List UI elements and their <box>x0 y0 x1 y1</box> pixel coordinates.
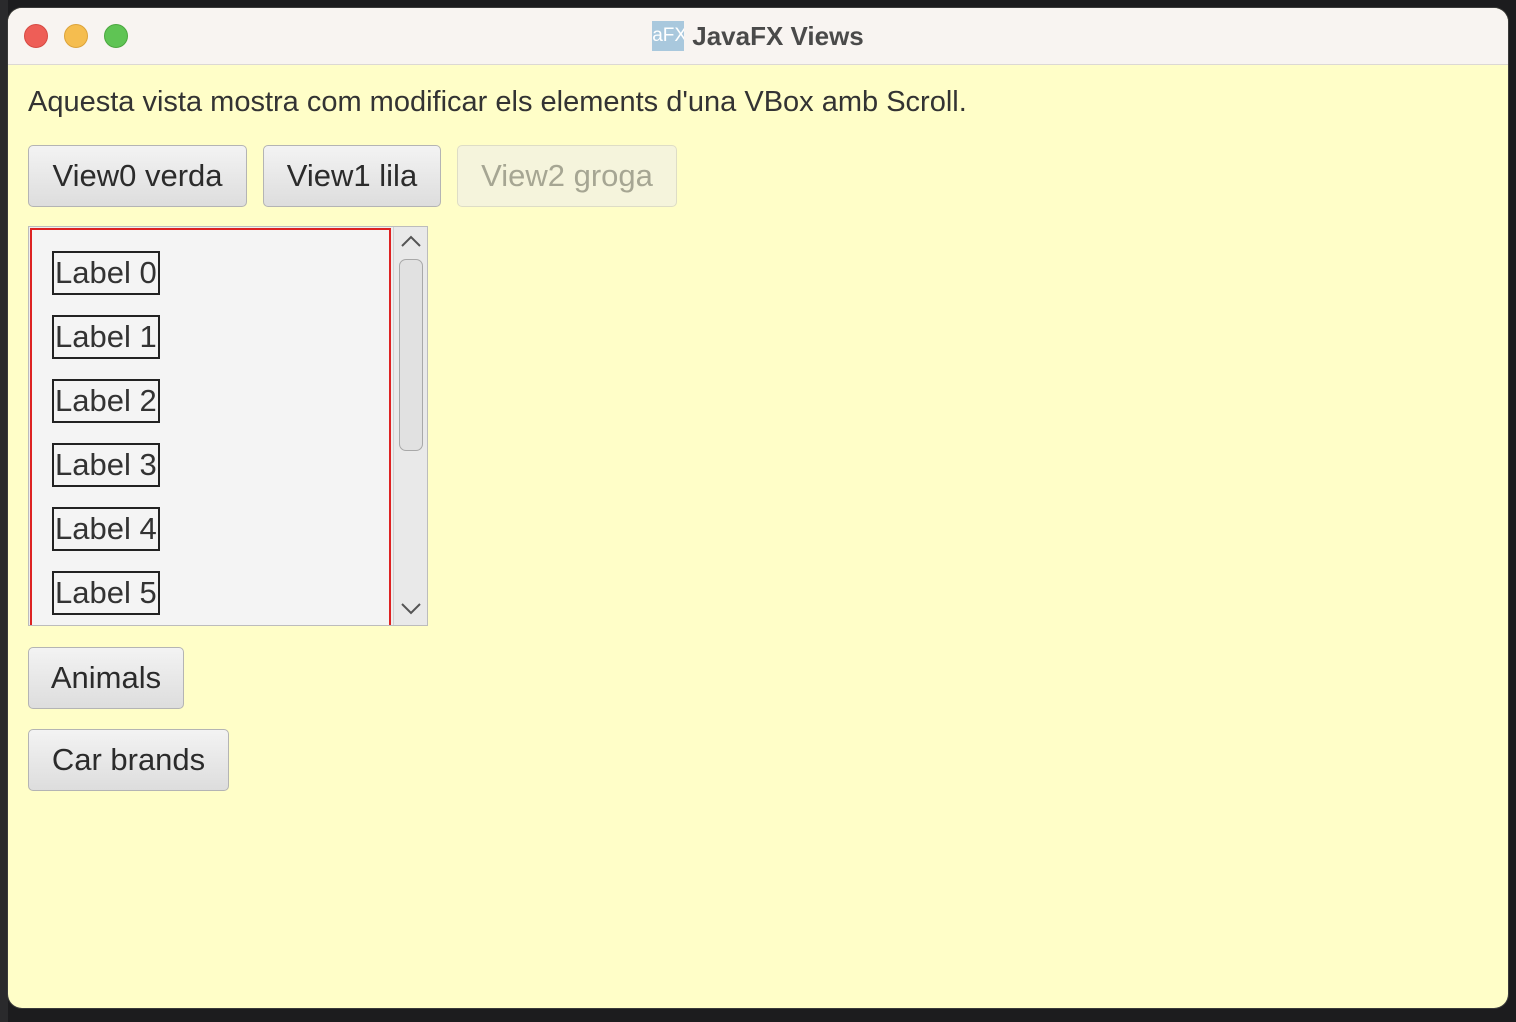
title-group: aFX JavaFX Views <box>8 8 1508 64</box>
chevron-down-icon[interactable] <box>394 593 427 623</box>
background-edge-left <box>0 0 8 1022</box>
app-icon: aFX <box>652 21 685 51</box>
chevron-up-icon[interactable] <box>394 227 427 257</box>
scrollbar-thumb[interactable] <box>399 259 423 451</box>
window-title: JavaFX Views <box>692 20 864 51</box>
app-window: aFX JavaFX Views Aquesta vista mostra co… <box>8 8 1508 1008</box>
view2-button: View2 groga <box>457 145 677 207</box>
vbox-label-2: Label 2 <box>52 379 160 423</box>
vbox-label-4: Label 4 <box>52 507 160 551</box>
view1-button[interactable]: View1 lila <box>263 145 441 207</box>
vbox-container: Label 0 Label 1 Label 2 Label 3 Label 4 … <box>30 228 391 625</box>
description-text: Aquesta vista mostra com modificar els e… <box>28 86 967 118</box>
vbox-label-1: Label 1 <box>52 315 160 359</box>
vbox-label-0: Label 0 <box>52 251 160 295</box>
car-brands-button[interactable]: Car brands <box>28 729 229 791</box>
vbox-label-3: Label 3 <box>52 443 160 487</box>
vbox-label-5: Label 5 <box>52 571 160 615</box>
title-bar: aFX JavaFX Views <box>8 8 1508 65</box>
view0-button[interactable]: View0 verda <box>28 145 247 207</box>
vertical-scrollbar[interactable] <box>393 227 427 625</box>
animals-button[interactable]: Animals <box>28 647 184 709</box>
scroll-pane[interactable]: Label 0 Label 1 Label 2 Label 3 Label 4 … <box>28 226 428 626</box>
